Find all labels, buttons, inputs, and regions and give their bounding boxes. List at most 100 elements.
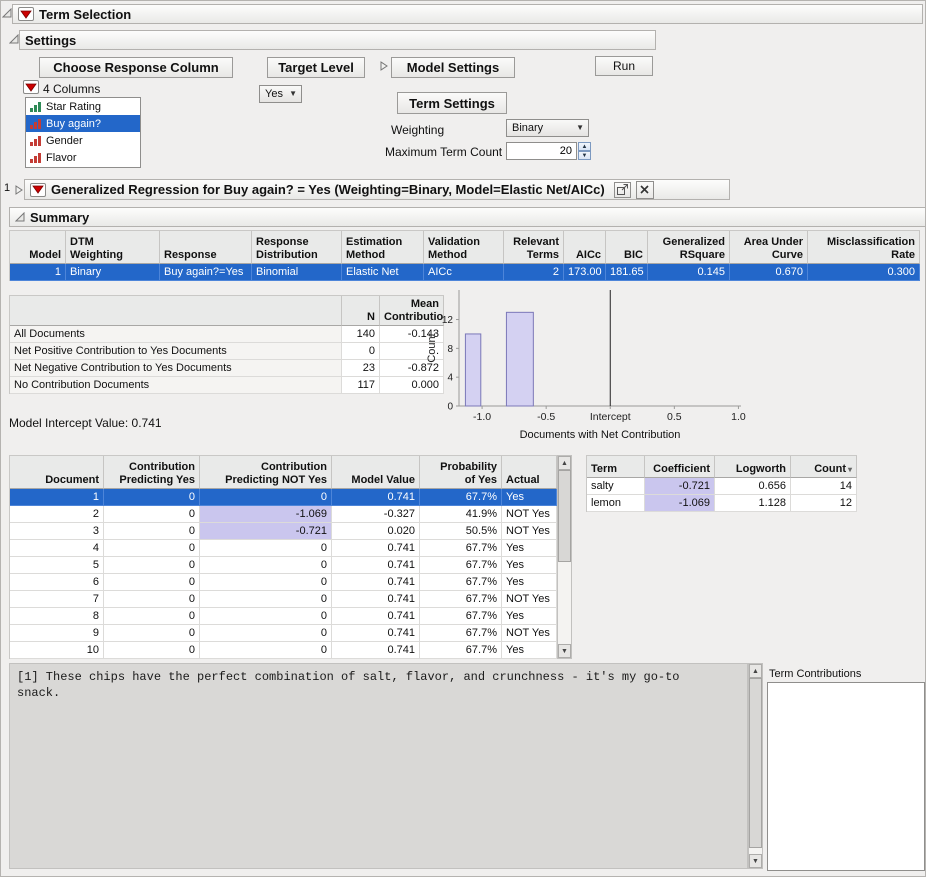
- cell[interactable]: 67.7%: [420, 574, 502, 591]
- cell[interactable]: 0.670: [730, 264, 808, 281]
- quantity-stepper[interactable]: ▲ ▼: [578, 142, 591, 160]
- cell[interactable]: 2: [504, 264, 564, 281]
- cell[interactable]: 0: [104, 489, 200, 506]
- cell[interactable]: Net Positive Contribution to Yes Documen…: [10, 343, 342, 360]
- term-selection-header[interactable]: Term Selection: [12, 4, 923, 24]
- cell[interactable]: 0: [104, 540, 200, 557]
- table-row[interactable]: Net Negative Contribution to Yes Documen…: [10, 360, 444, 377]
- generalized-regression-header[interactable]: Generalized Regression for Buy again? = …: [24, 179, 730, 200]
- table-row[interactable]: 20-1.069-0.32741.9%NOT Yes: [10, 506, 557, 523]
- column-header[interactable]: Misclassification Rate: [808, 231, 920, 264]
- cell[interactable]: 0.741: [332, 489, 420, 506]
- summary-header[interactable]: Summary: [9, 207, 926, 227]
- cell[interactable]: 10: [10, 642, 104, 659]
- cell[interactable]: 14: [791, 478, 857, 495]
- cell[interactable]: 50.5%: [420, 523, 502, 540]
- cell[interactable]: 2: [10, 506, 104, 523]
- column-header[interactable]: Relevant Terms: [504, 231, 564, 264]
- disclosure-expanded-icon[interactable]: [9, 34, 19, 44]
- cell[interactable]: 6: [10, 574, 104, 591]
- cell[interactable]: Elastic Net: [342, 264, 424, 281]
- cell[interactable]: 0.741: [332, 557, 420, 574]
- column-header[interactable]: Response Distribution: [252, 231, 342, 264]
- cell[interactable]: 117: [342, 377, 380, 394]
- cell[interactable]: 0.741: [332, 574, 420, 591]
- close-button[interactable]: [636, 181, 654, 199]
- scroll-down-icon[interactable]: ▼: [558, 644, 571, 658]
- column-header[interactable]: Response: [160, 231, 252, 264]
- column-header[interactable]: DTM Weighting: [66, 231, 160, 264]
- cell[interactable]: Yes: [502, 557, 557, 574]
- stepper-down-icon[interactable]: ▼: [578, 151, 591, 160]
- cell[interactable]: 0.145: [648, 264, 730, 281]
- cell[interactable]: 181.65: [606, 264, 648, 281]
- choose-response-column-button[interactable]: Choose Response Column: [39, 57, 233, 78]
- cell[interactable]: 0: [200, 557, 332, 574]
- cell[interactable]: Net Negative Contribution to Yes Documen…: [10, 360, 342, 377]
- cell[interactable]: 0: [104, 642, 200, 659]
- table-row[interactable]: 10000.74167.7%Yes: [10, 642, 557, 659]
- cell[interactable]: 67.7%: [420, 540, 502, 557]
- table-row[interactable]: 1BinaryBuy again?=YesBinomialElastic Net…: [10, 264, 920, 281]
- cell[interactable]: 67.7%: [420, 489, 502, 506]
- cell[interactable]: 1: [10, 264, 66, 281]
- cell[interactable]: 5: [10, 557, 104, 574]
- target-level-button[interactable]: Target Level: [267, 57, 365, 78]
- cell[interactable]: 41.9%: [420, 506, 502, 523]
- cell[interactable]: salty: [587, 478, 645, 495]
- scrollbar-thumb[interactable]: [558, 470, 571, 562]
- cell[interactable]: 0: [104, 506, 200, 523]
- scroll-up-icon[interactable]: ▲: [749, 664, 762, 678]
- cell[interactable]: 0: [200, 574, 332, 591]
- column-list-item[interactable]: Buy again?: [26, 115, 140, 132]
- maximum-term-count-input[interactable]: [506, 142, 577, 160]
- settings-header[interactable]: Settings: [19, 30, 656, 50]
- cell[interactable]: Yes: [502, 540, 557, 557]
- cell[interactable]: 23: [342, 360, 380, 377]
- cell[interactable]: 0.020: [332, 523, 420, 540]
- column-header[interactable]: Contribution Predicting NOT Yes: [200, 456, 332, 489]
- cell[interactable]: 9: [10, 625, 104, 642]
- column-list-item[interactable]: Star Rating: [26, 98, 140, 115]
- column-list-item[interactable]: Flavor: [26, 149, 140, 166]
- cell[interactable]: Yes: [502, 489, 557, 506]
- column-header[interactable]: Probability of Yes: [420, 456, 502, 489]
- cell[interactable]: Yes: [502, 642, 557, 659]
- table-row[interactable]: 6000.74167.7%Yes: [10, 574, 557, 591]
- cell[interactable]: lemon: [587, 495, 645, 512]
- cell[interactable]: 3: [10, 523, 104, 540]
- cell[interactable]: 0: [104, 591, 200, 608]
- column-header[interactable]: [10, 296, 342, 326]
- column-header[interactable]: AICc: [564, 231, 606, 264]
- document-text-scrollbar[interactable]: ▲ ▼: [748, 663, 763, 869]
- disclosure-collapsed-icon[interactable]: [379, 61, 388, 71]
- table-row[interactable]: 7000.74167.7%NOT Yes: [10, 591, 557, 608]
- column-header[interactable]: Area Under Curve: [730, 231, 808, 264]
- cell[interactable]: 140: [342, 326, 380, 343]
- cell[interactable]: 8: [10, 608, 104, 625]
- cell[interactable]: 67.7%: [420, 642, 502, 659]
- stepper-up-icon[interactable]: ▲: [578, 142, 591, 151]
- cell[interactable]: 0: [104, 523, 200, 540]
- table-row[interactable]: 30-0.7210.02050.5%NOT Yes: [10, 523, 557, 540]
- cell[interactable]: -0.721: [645, 478, 715, 495]
- column-header[interactable]: Contribution Predicting Yes: [104, 456, 200, 489]
- disclosure-collapsed-icon[interactable]: [14, 185, 23, 195]
- table-row[interactable]: All Documents140-0.143: [10, 326, 444, 343]
- table-row[interactable]: lemon-1.0691.12812: [587, 495, 857, 512]
- cell[interactable]: 0: [104, 625, 200, 642]
- table-row[interactable]: 8000.74167.7%Yes: [10, 608, 557, 625]
- cell[interactable]: 0: [200, 540, 332, 557]
- table-row[interactable]: Net Positive Contribution to Yes Documen…: [10, 343, 444, 360]
- cell[interactable]: 0: [104, 574, 200, 591]
- cell[interactable]: 0.741: [332, 540, 420, 557]
- cell[interactable]: NOT Yes: [502, 591, 557, 608]
- cell[interactable]: NOT Yes: [502, 523, 557, 540]
- cell[interactable]: 1.128: [715, 495, 791, 512]
- table-row[interactable]: No Contribution Documents1170.000: [10, 377, 444, 394]
- table-row[interactable]: 4000.74167.7%Yes: [10, 540, 557, 557]
- column-header[interactable]: Actual: [502, 456, 557, 489]
- column-header[interactable]: Model Value: [332, 456, 420, 489]
- cell[interactable]: 0.300: [808, 264, 920, 281]
- cell[interactable]: 0.741: [332, 642, 420, 659]
